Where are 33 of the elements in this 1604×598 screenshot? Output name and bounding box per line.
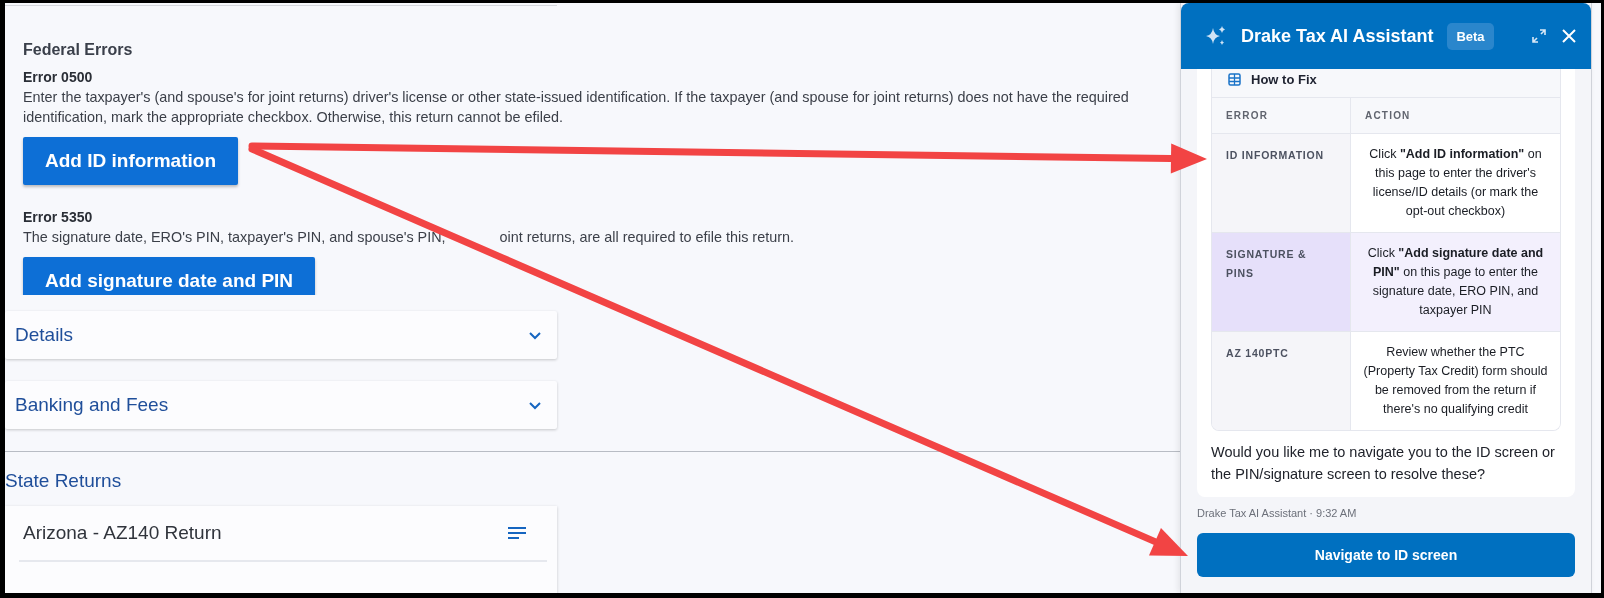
column-header: ACTION bbox=[1350, 98, 1560, 134]
close-icon[interactable] bbox=[1561, 28, 1577, 44]
message-meta: Drake Tax AI Assistant · 9:32 AM bbox=[1197, 507, 1358, 519]
table-cell: AZ 140PTC bbox=[1212, 331, 1351, 430]
table-cell: Click "Add signature date and PIN" on this page to enter the signature date, ERO PIN, and taxpayer PIN bbox=[1350, 232, 1560, 332]
fix-button[interactable]: Add ID information bbox=[23, 137, 238, 185]
error-code: Error 5350 bbox=[23, 209, 93, 225]
error-message: The signature date, ERO's PIN, taxpayer's PIN, and spouse's PIN, bbox=[23, 229, 446, 245]
collapsible-section[interactable]: Banking and Fees bbox=[5, 381, 557, 429]
table-cell: ID INFORMATION bbox=[1212, 133, 1351, 233]
table-cell: Review whether the PTC (Property Tax Credit) form should be removed from the return if there's no qualifying credit bbox=[1350, 331, 1560, 430]
return-title: Arizona - AZ140 Return bbox=[23, 522, 222, 544]
error-message: oint returns, are all required to efile this return. bbox=[499, 229, 794, 245]
table-title: How to Fix bbox=[1251, 72, 1317, 87]
panel-title: Drake Tax AI Assistant bbox=[1241, 25, 1434, 47]
section-heading: Federal Errors bbox=[23, 41, 133, 59]
assistant-message: Would you like me to navigate you to the ID screen or the PIN/signature screen to resolve these? bbox=[1211, 443, 1556, 484]
beta-badge: Beta bbox=[1447, 22, 1494, 50]
fix-button[interactable]: Add signature date and PIN bbox=[23, 257, 316, 295]
column-header: ERROR bbox=[1212, 98, 1351, 134]
error-code: Error 0500 bbox=[23, 69, 93, 85]
collapsible-section[interactable]: Details bbox=[5, 311, 557, 359]
error-message: Enter the taxpayer's (and spouse's for joint returns) driver's license or other state-issued identification. If the taxpayer (and spouse for joint returns) does not have the required identification, mark the appropriate checkbox. Otherwise, this return cannot be efiled. bbox=[23, 88, 1129, 127]
table-icon bbox=[1228, 73, 1241, 86]
section-title: Banking and Fees bbox=[15, 394, 169, 416]
navigate-button[interactable]: Navigate to ID screen bbox=[1197, 533, 1575, 577]
menu-icon[interactable] bbox=[507, 525, 527, 541]
expand-icon[interactable] bbox=[1531, 28, 1547, 44]
table-cell: Click "Add ID information" on this page to enter the driver's license/ID details (or mark the opt-out checkbox) bbox=[1350, 133, 1560, 233]
section-heading: State Returns bbox=[5, 470, 122, 492]
table-cell: SIGNATURE & PINS bbox=[1212, 232, 1351, 332]
section-title: Details bbox=[15, 324, 74, 346]
sparkle-icon bbox=[1205, 25, 1227, 47]
